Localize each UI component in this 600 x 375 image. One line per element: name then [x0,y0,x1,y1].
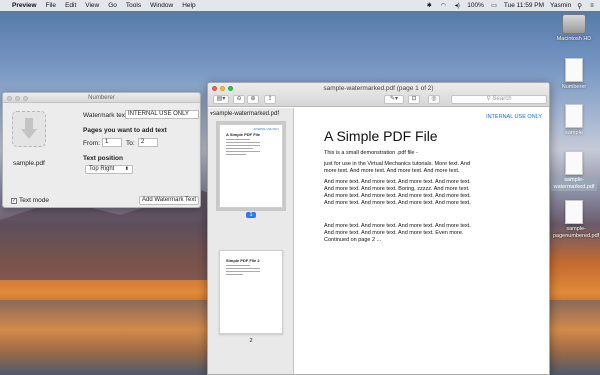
page-number-1[interactable]: 1 [246,212,256,218]
desktop-icon-sample-pagenumbered[interactable]: sample-pagenumbered.pdf [551,200,600,240]
numberer-titlebar[interactable]: Numberer [3,93,200,103]
preview-titlebar[interactable]: sample-watermarked.pdf (page 1 of 2) ▤▾ … [208,83,549,107]
sidebar-toggle-button[interactable]: ▤▾ [213,95,229,104]
site-url: www.downxia.com [470,341,545,351]
hard-disk-icon [562,14,586,34]
markup-toolbar-button[interactable]: ◎ [428,95,440,104]
text-mode-label: Text mode [19,197,49,204]
search-placeholder: Search [492,96,512,102]
zoom-in-button[interactable]: ⊕ [247,95,259,104]
menu-view[interactable]: View [85,2,99,9]
spotlight-search-icon[interactable]: ⚲ [577,2,582,10]
menu-file[interactable]: File [46,2,56,9]
site-logo-icon [431,316,449,341]
download-arrow-icon [21,118,37,139]
menu-go[interactable]: Go [108,2,117,9]
text-mode-option[interactable]: ✓ Text mode [11,197,49,204]
desktop-icon-macintosh-hd[interactable]: Macintosh HD [551,14,597,43]
text-position-select[interactable]: Top Right ⬍ [85,165,133,174]
pdf-paragraph: And more text. And more text. And more t… [324,223,471,243]
pdf-paragraph: just for use in the Virtual Mechanics tu… [324,161,471,174]
search-input[interactable]: ⚲ Search [451,95,547,104]
watermark-text-label: Watermark text: [83,112,129,119]
minimize-icon[interactable] [15,95,20,101]
pdf-paragraph: This is a small demonstration .pdf file … [324,150,418,156]
page-thumbnail-2[interactable]: Simple PDF File 2 [219,250,283,334]
desktop-icon-label: sample [565,130,583,136]
wifi-icon[interactable]: ◠ [439,3,447,9]
markup-pen-button[interactable]: ✎▾ [384,95,404,104]
site-name: 当下软件园 [456,320,551,340]
close-icon[interactable] [7,95,12,101]
page-number-2[interactable]: 2 [246,338,256,344]
desktop-icon-numberer[interactable]: Numberer [551,58,597,91]
from-label: From: [83,140,100,147]
pdf-paragraph: And more text. And more text. And more t… [324,179,471,206]
share-button[interactable]: ⇪ [264,95,276,104]
document-icon [565,151,583,175]
chevron-updown-icon: ⬍ [124,166,129,172]
document-icon [565,58,583,82]
menu-app-name[interactable]: Preview [12,2,37,9]
document-icon [565,104,583,128]
text-position-heading: Text position [83,155,123,162]
to-label: To: [126,140,135,147]
battery-icon[interactable]: ▭ [490,3,498,9]
clock[interactable]: Tue 11:59 PM [504,2,544,9]
desktop-icon-sample[interactable]: sample [551,104,597,137]
pdf-title: A Simple PDF File [324,128,438,144]
menu-tools[interactable]: Tools [126,2,141,9]
pdf-watermark-text: INTERNAL USE ONLY [486,114,542,120]
page-thumbnail-1[interactable]: INTERNAL USE ONLY A Simple PDF File [216,121,286,211]
volume-icon[interactable]: ◂) [453,3,461,9]
desktop-icon-label: Macintosh HD [556,36,592,42]
add-watermark-button[interactable]: Add Watermark Text [139,196,199,205]
user-name[interactable]: Yasmin [550,2,571,9]
thumbnail-text-lines [226,265,260,277]
file-drop-zone[interactable] [12,111,46,147]
text-mode-checkbox[interactable]: ✓ [11,197,17,204]
thumbnail-watermark: INTERNAL USE ONLY [253,128,279,131]
from-page-input[interactable]: 1 [102,138,122,147]
window-title: Numberer [88,95,115,101]
desktop-icon-sample-watermarked[interactable]: sample-watermarked.pdf [551,151,597,191]
desktop-icon-label: sample-pagenumbered.pdf [553,226,600,239]
rotate-button[interactable]: ⊡ [408,95,420,104]
bluetooth-icon[interactable]: ✱ [425,3,433,9]
document-icon [565,200,583,224]
thumbnail-title: Simple PDF File 2 [226,258,260,263]
menu-bar: Preview File Edit View Go Tools Window H… [0,0,600,11]
menu-help[interactable]: Help [182,2,195,9]
thumbnail-sidebar: ▼ sample-watermarked.pdf INTERNAL USE ON… [208,108,294,374]
status-area: ✱ ◠ ◂) 100% ▭ Tue 11:59 PM Yasmin ⚲ ≡ [425,2,596,10]
thumbnail-title: A Simple PDF File [226,132,261,137]
window-controls [7,95,28,101]
watermark-text-input[interactable]: INTERNAL USE ONLY [125,110,199,119]
battery-percent[interactable]: 100% [467,2,484,9]
zoom-icon[interactable] [23,95,28,101]
menu-edit[interactable]: Edit [65,2,76,9]
desktop-icon-label: sample-watermarked.pdf [551,177,597,191]
sidebar-document-name: sample-watermarked.pdf [213,111,280,117]
preview-window-title: sample-watermarked.pdf (page 1 of 2) [323,85,434,92]
menu-window[interactable]: Window [150,2,173,9]
zoom-out-button[interactable]: ⊖ [233,95,245,104]
dropped-file-name: sample.pdf [13,160,45,167]
text-position-value: Top Right [89,166,115,172]
desktop-icon-label: Numberer [561,84,587,90]
notification-center-icon[interactable]: ≡ [588,3,596,9]
numberer-window: Numberer sample.pdf Watermark text: INTE… [2,92,201,208]
pages-heading: Pages you want to add text [83,127,167,134]
thumbnail-text-lines [226,139,260,157]
to-page-input[interactable]: 2 [138,138,158,147]
